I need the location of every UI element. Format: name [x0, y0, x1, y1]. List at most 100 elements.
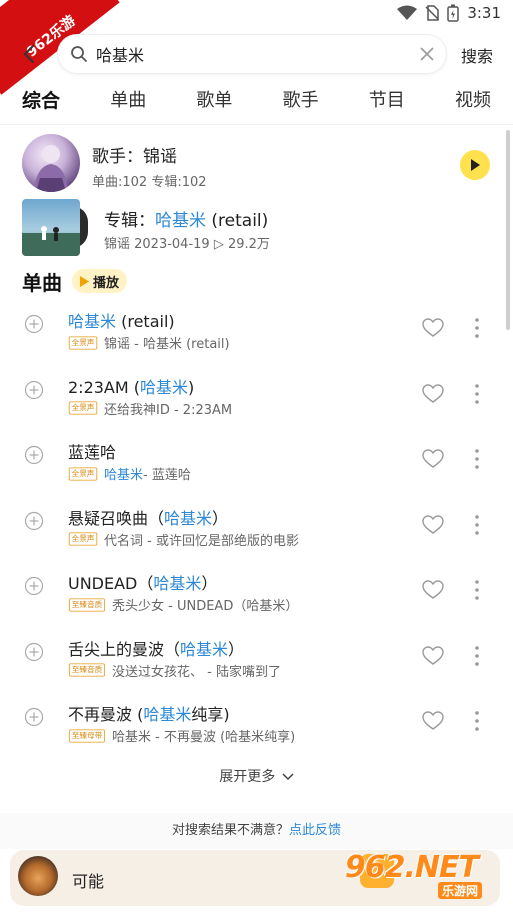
play-all-button[interactable]: 播放	[72, 269, 128, 293]
more-vertical-icon[interactable]	[470, 578, 484, 602]
play-icon	[80, 275, 89, 287]
add-icon[interactable]	[24, 314, 44, 334]
song-sub-text: 没送过女孩花、 - 陆家嘴到了	[112, 664, 281, 680]
song-row[interactable]: UNDEAD（哈基米） 至臻音质 秃头少女 - UNDEAD（哈基米）	[0, 562, 513, 628]
artist-name: 歌手：锦谣	[92, 142, 177, 167]
song-row[interactable]: 悬疑召唤曲（哈基米） 全景声 代名词 - 或许回忆是部绝版的电影	[0, 497, 513, 563]
song-title-pre: 2:23AM (	[68, 377, 141, 397]
heart-icon[interactable]	[422, 645, 444, 666]
album-result[interactable]: 专辑：哈基米 (retail) 锦谣 2023-04-19 ▷ 29.2万	[22, 198, 492, 258]
status-icons: 3:31	[397, 4, 501, 22]
song-title: 2:23AM (哈基米)	[68, 374, 194, 398]
heart-icon[interactable]	[422, 711, 444, 731]
tab-all[interactable]: 综合	[22, 84, 60, 120]
more-vertical-icon[interactable]	[470, 316, 484, 340]
back-arrow-icon[interactable]	[18, 42, 42, 66]
heart-icon[interactable]	[422, 514, 444, 535]
heart-icon[interactable]	[422, 580, 444, 600]
artist-prefix: 歌手：	[92, 147, 143, 167]
tab-videos[interactable]: 视频	[455, 84, 491, 120]
song-sub-text: 秃头少女 - UNDEAD（哈基米）	[112, 599, 299, 614]
album-prefix: 专辑：	[104, 211, 155, 231]
song-subtitle: 至臻音质 没送过女孩花、 - 陆家嘴到了	[68, 661, 281, 680]
category-tabs: 综合 单曲 歌单 歌手 节目 视频	[0, 84, 513, 120]
song-title-highlight: 哈基米	[143, 705, 192, 724]
album-art	[22, 226, 80, 256]
song-list: 哈基米 (retail) 全景声 锦谣 - 哈基米 (retail) 2:23AM (…	[0, 300, 513, 759]
song-title-post: ）	[212, 508, 229, 528]
status-bar: 962乐游 3:31	[0, 0, 513, 95]
song-row[interactable]: 2:23AM (哈基米) 全景声 还给我神ID - 2:23AM	[0, 366, 513, 432]
song-title-pre: 不再曼波 (	[68, 705, 144, 724]
song-sub-text: 代名词 - 或许回忆是部绝版的电影	[104, 533, 299, 549]
artist-play-button[interactable]	[460, 150, 490, 180]
mini-player[interactable]: 可能 962.NET 乐游网	[10, 850, 500, 906]
song-title-highlight: 哈基米	[68, 312, 117, 331]
song-title-post: )	[188, 377, 195, 397]
song-sub-highlight: 哈基米	[104, 468, 144, 483]
quality-badge: 至臻音质	[68, 663, 106, 677]
song-title: 不再曼波 (哈基米纯享)	[68, 701, 230, 725]
heart-icon[interactable]	[422, 318, 444, 338]
tab-songs[interactable]: 单曲	[110, 84, 146, 120]
search-box[interactable]	[58, 35, 446, 73]
quality-badge: 全景声	[68, 466, 98, 481]
quality-badge: 至臻音质	[68, 597, 106, 612]
artist-avatar	[22, 134, 80, 192]
quality-badge: 全景声	[68, 335, 98, 350]
no-sim-icon	[425, 5, 440, 21]
song-title-highlight: 哈基米	[164, 508, 213, 528]
song-title-post: ）	[201, 574, 218, 593]
heart-icon[interactable]	[422, 383, 444, 404]
clock: 3:31	[467, 4, 501, 22]
song-row[interactable]: 舌尖上的曼波（哈基米） 至臻音质 没送过女孩花、 - 陆家嘴到了	[0, 628, 513, 694]
tab-playlists[interactable]: 歌单	[196, 84, 232, 120]
song-subtitle: 全景声 代名词 - 或许回忆是部绝版的电影	[68, 530, 299, 549]
song-row[interactable]: 不再曼波 (哈基米纯享) 至臻母带 哈基米 - 不再曼波 (哈基米纯享)	[0, 693, 513, 759]
song-subtitle: 全景声 还给我神ID - 2:23AM	[68, 399, 232, 418]
expand-more-button[interactable]: 展开更多	[0, 766, 513, 786]
song-title: 哈基米 (retail)	[68, 308, 175, 332]
song-title: 蓝莲哈	[68, 439, 116, 463]
heart-icon[interactable]	[422, 449, 444, 469]
song-subtitle: 全景声 哈基米 - 蓝莲哈	[68, 464, 191, 483]
add-icon[interactable]	[24, 707, 44, 727]
search-input[interactable]	[96, 44, 396, 64]
add-icon[interactable]	[24, 511, 44, 531]
wifi-icon	[397, 5, 418, 20]
search-submit-button[interactable]: 搜索	[461, 43, 493, 67]
clear-icon[interactable]	[418, 45, 436, 63]
tab-programs[interactable]: 节目	[369, 84, 405, 120]
artist-photo	[34, 145, 68, 192]
add-icon[interactable]	[24, 642, 44, 662]
play-icon	[471, 159, 480, 171]
add-icon[interactable]	[24, 380, 44, 400]
song-title-pre: 蓝莲哈	[68, 443, 117, 462]
album-title: 专辑：哈基米 (retail)	[104, 206, 268, 231]
quality-badge: 全景声	[68, 532, 98, 546]
song-subtitle: 全景声 锦谣 - 哈基米 (retail)	[68, 333, 230, 352]
add-icon[interactable]	[24, 445, 44, 465]
tabs-divider	[0, 124, 513, 125]
song-title-post: (retail)	[116, 312, 175, 331]
song-sub-text: 锦谣 - 哈基米 (retail)	[104, 337, 230, 352]
more-vertical-icon[interactable]	[470, 382, 484, 406]
song-row[interactable]: 蓝莲哈全景声 哈基米 - 蓝莲哈	[0, 431, 513, 497]
feedback-link[interactable]: 点此反馈	[289, 823, 341, 838]
album-cover	[22, 199, 80, 256]
songs-section-header: 单曲 播放	[22, 268, 128, 295]
more-vertical-icon[interactable]	[470, 447, 484, 471]
more-vertical-icon[interactable]	[470, 513, 484, 537]
song-sub-text: - 蓝莲哈	[143, 468, 191, 483]
tab-artists[interactable]: 歌手	[283, 84, 319, 120]
add-icon[interactable]	[24, 576, 44, 596]
search-icon	[71, 46, 87, 62]
more-vertical-icon[interactable]	[470, 709, 484, 733]
song-row[interactable]: 哈基米 (retail) 全景声 锦谣 - 哈基米 (retail)	[0, 300, 513, 366]
artist-name-text: 锦谣	[143, 147, 177, 167]
more-vertical-icon[interactable]	[470, 644, 484, 668]
player-cover	[18, 856, 58, 896]
song-title-post: ）	[228, 639, 245, 659]
artist-result[interactable]: 歌手：锦谣 单曲:102 专辑:102	[22, 134, 492, 194]
feedback-bar: 对搜索结果不满意？点此反馈	[0, 813, 513, 849]
